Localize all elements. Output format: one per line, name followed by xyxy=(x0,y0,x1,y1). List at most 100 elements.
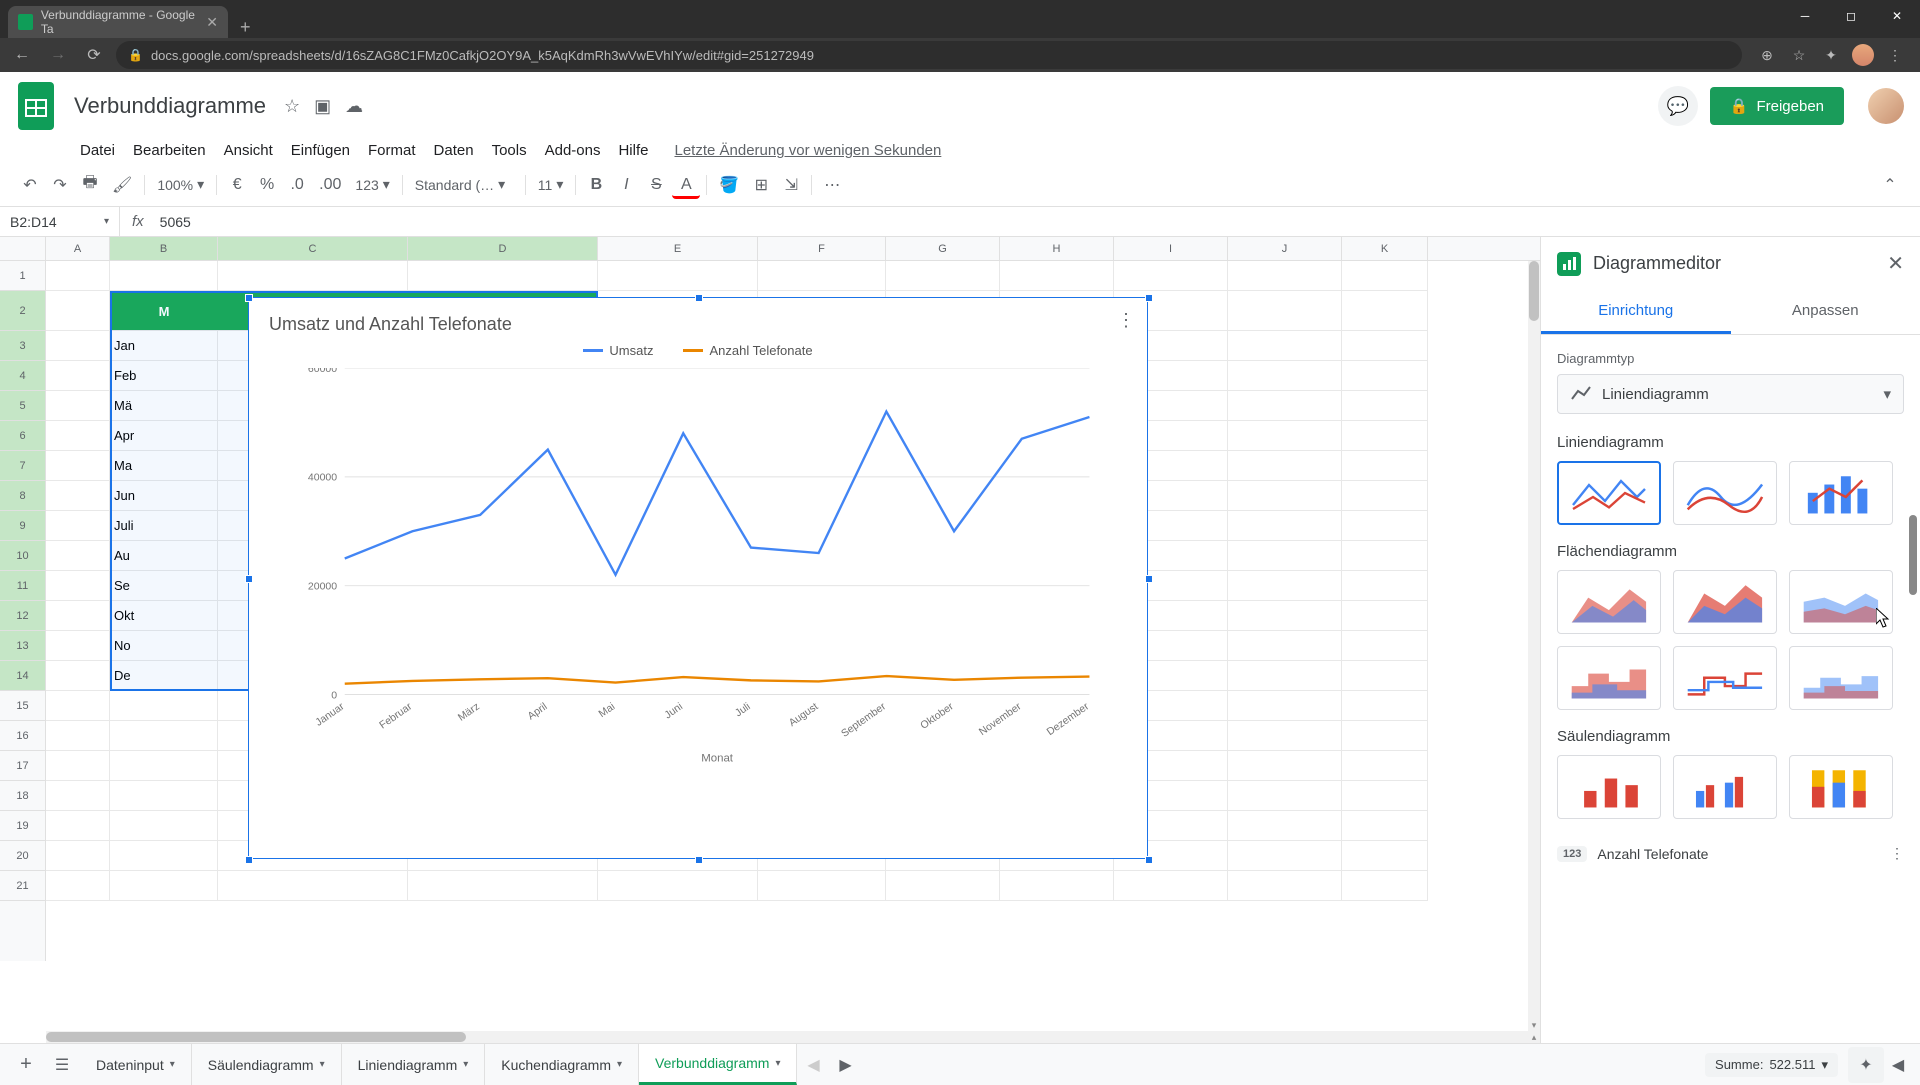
column-header-H[interactable]: H xyxy=(1000,237,1114,260)
cell-month-9[interactable]: Se xyxy=(110,571,218,601)
cell[interactable] xyxy=(1228,571,1342,601)
legend-item-anzahl-telefonate[interactable]: Anzahl Telefonate xyxy=(683,343,812,358)
row-header-13[interactable]: 13 xyxy=(0,631,45,661)
cell[interactable] xyxy=(46,361,110,391)
menu-bearbeiten[interactable]: Bearbeiten xyxy=(125,138,214,163)
cell[interactable] xyxy=(1342,691,1428,721)
column-header-C[interactable]: C xyxy=(218,237,408,260)
cell[interactable] xyxy=(46,291,110,331)
cell[interactable] xyxy=(598,261,758,291)
window-minimize-icon[interactable]: ─ xyxy=(1782,0,1828,32)
cell[interactable] xyxy=(218,871,408,901)
chart-type-area-2[interactable] xyxy=(1673,570,1777,634)
merge-icon[interactable]: ⇲ xyxy=(777,171,805,199)
menu-ansicht[interactable]: Ansicht xyxy=(216,138,281,163)
cell[interactable] xyxy=(1000,871,1114,901)
cell[interactable] xyxy=(408,261,598,291)
cell[interactable] xyxy=(46,331,110,361)
row-header-7[interactable]: 7 xyxy=(0,451,45,481)
cell[interactable] xyxy=(1228,541,1342,571)
row-header-9[interactable]: 9 xyxy=(0,511,45,541)
cell[interactable] xyxy=(1228,261,1342,291)
window-maximize-icon[interactable]: ◻ xyxy=(1828,0,1874,32)
cell[interactable] xyxy=(46,541,110,571)
series-menu-icon[interactable]: ⋮ xyxy=(1890,845,1904,862)
cell[interactable] xyxy=(46,751,110,781)
cell[interactable] xyxy=(1228,511,1342,541)
row-header-19[interactable]: 19 xyxy=(0,811,45,841)
nav-back-icon[interactable]: ← xyxy=(8,41,36,69)
cell[interactable] xyxy=(110,261,218,291)
panel-scrollbar[interactable] xyxy=(1908,395,1918,1033)
sheets-logo-icon[interactable] xyxy=(16,80,56,132)
menu-tools[interactable]: Tools xyxy=(484,138,535,163)
sheet-tab-kuchendiagramm[interactable]: Kuchendiagramm▾ xyxy=(485,1044,639,1085)
cell[interactable] xyxy=(110,841,218,871)
row-header-8[interactable]: 8 xyxy=(0,481,45,511)
cell[interactable] xyxy=(1228,331,1342,361)
chart-type-line-smooth[interactable] xyxy=(1673,461,1777,525)
cell-month-2[interactable]: Feb xyxy=(110,361,218,391)
cell[interactable] xyxy=(1342,811,1428,841)
cell-month-11[interactable]: No xyxy=(110,631,218,661)
chart-type-column-1[interactable] xyxy=(1557,755,1661,819)
row-header-20[interactable]: 20 xyxy=(0,841,45,871)
explore-button[interactable]: ✦ xyxy=(1848,1047,1884,1083)
bold-icon[interactable]: B xyxy=(582,171,610,199)
row-header-5[interactable]: 5 xyxy=(0,391,45,421)
vertical-scroll-thumb[interactable] xyxy=(1529,261,1539,321)
cell-month-1[interactable]: Jan xyxy=(110,331,218,361)
cell[interactable] xyxy=(46,841,110,871)
side-panel-toggle-icon[interactable]: ◀ xyxy=(1884,1055,1912,1075)
cell[interactable] xyxy=(1342,571,1428,601)
document-title[interactable]: Verbunddiagramme xyxy=(68,91,272,121)
sheet-tab-liniendiagramm[interactable]: Liniendiagramm▾ xyxy=(342,1044,486,1085)
font-size-select[interactable]: 11 ▾ xyxy=(532,172,570,197)
chart-type-step-area-2[interactable] xyxy=(1673,646,1777,710)
zoom-icon[interactable]: ⊕ xyxy=(1756,44,1778,66)
cell[interactable] xyxy=(46,871,110,901)
column-header-J[interactable]: J xyxy=(1228,237,1342,260)
cell[interactable] xyxy=(1342,391,1428,421)
cell[interactable] xyxy=(1342,451,1428,481)
cell[interactable] xyxy=(886,871,1000,901)
cell[interactable] xyxy=(1342,331,1428,361)
cell[interactable] xyxy=(110,811,218,841)
strikethrough-icon[interactable]: S xyxy=(642,171,670,199)
window-close-icon[interactable]: ✕ xyxy=(1874,0,1920,32)
tab-close-icon[interactable]: ✕ xyxy=(206,14,218,31)
tab-nav-left-icon[interactable]: ◀ xyxy=(797,1055,829,1075)
cell[interactable] xyxy=(1000,261,1114,291)
cell[interactable] xyxy=(1342,601,1428,631)
cell[interactable] xyxy=(1228,631,1342,661)
cell[interactable] xyxy=(1228,421,1342,451)
column-header-G[interactable]: G xyxy=(886,237,1000,260)
chart-type-step-area-1[interactable] xyxy=(1557,646,1661,710)
italic-icon[interactable]: I xyxy=(612,171,640,199)
cell[interactable] xyxy=(1342,751,1428,781)
chart-title[interactable]: Umsatz und Anzahl Telefonate xyxy=(269,314,1127,335)
chart-type-step-area-3[interactable] xyxy=(1789,646,1893,710)
embedded-chart[interactable]: ⋮Umsatz und Anzahl TelefonateUmsatzAnzah… xyxy=(248,297,1148,859)
status-sum[interactable]: Summe: 522.511 ▾ xyxy=(1705,1053,1838,1077)
bookmark-icon[interactable]: ☆ xyxy=(1788,44,1810,66)
cell[interactable] xyxy=(1228,661,1342,691)
cell[interactable] xyxy=(758,261,886,291)
sheet-tab-dateninput[interactable]: Dateninput▾ xyxy=(80,1044,192,1085)
menu-daten[interactable]: Daten xyxy=(426,138,482,163)
row-header-21[interactable]: 21 xyxy=(0,871,45,901)
cell[interactable] xyxy=(46,511,110,541)
decimal-increase-icon[interactable]: .00 xyxy=(313,171,347,199)
cell[interactable] xyxy=(1342,481,1428,511)
cell[interactable] xyxy=(1342,421,1428,451)
extensions-icon[interactable]: ✦ xyxy=(1820,44,1842,66)
paint-format-icon[interactable]: 🖌 xyxy=(106,171,138,199)
nav-reload-icon[interactable]: ⟳ xyxy=(80,41,108,69)
share-button[interactable]: 🔒 Freigeben xyxy=(1710,87,1844,125)
star-icon[interactable]: ☆ xyxy=(284,96,300,117)
last-edit-link[interactable]: Letzte Änderung vor wenigen Sekunden xyxy=(674,142,941,159)
scroll-up-icon[interactable]: ▴ xyxy=(1528,1031,1540,1043)
chart-type-area-1[interactable] xyxy=(1557,570,1661,634)
print-icon[interactable]: 🖶 xyxy=(76,171,104,199)
cell[interactable] xyxy=(1342,361,1428,391)
